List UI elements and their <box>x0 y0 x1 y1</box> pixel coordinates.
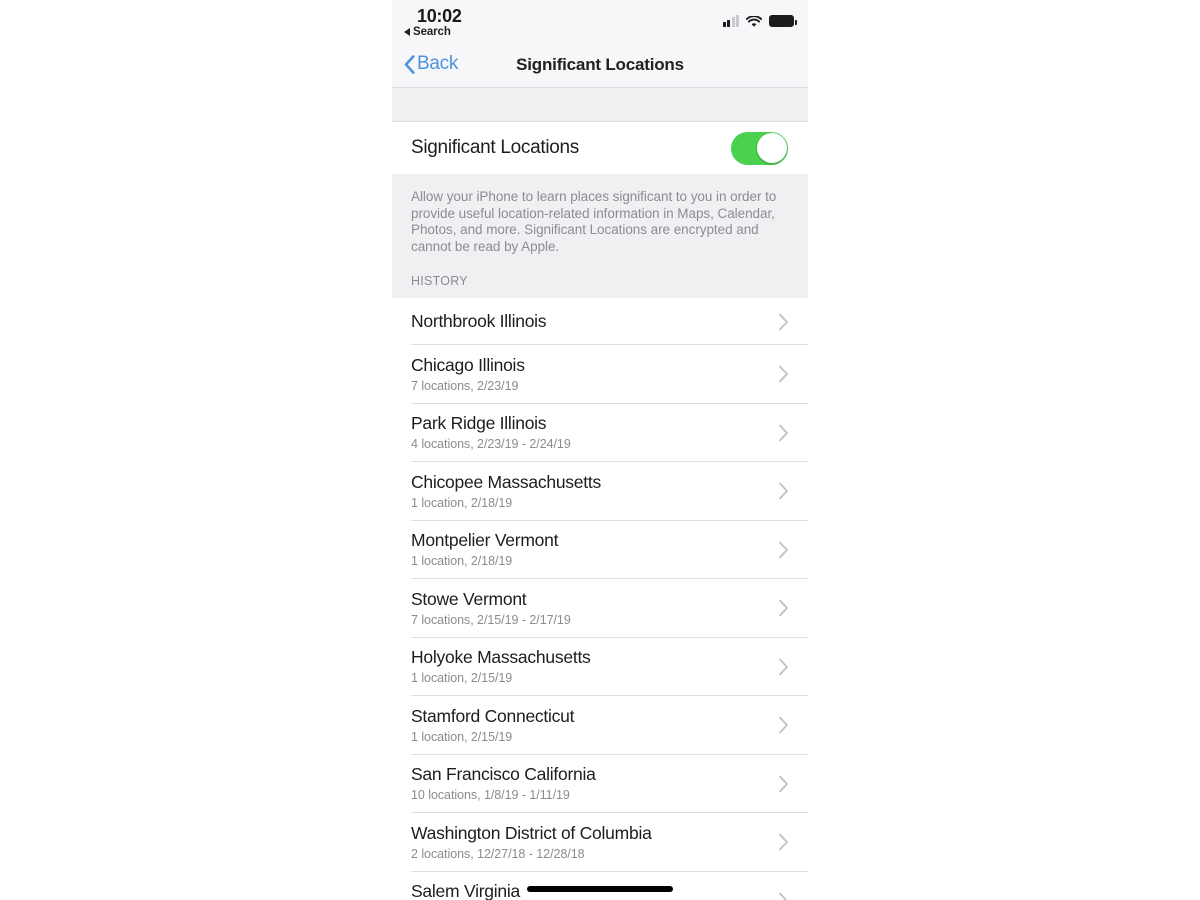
history-row[interactable]: Chicago Illinois 7 locations, 2/23/19 <box>392 345 808 404</box>
wifi-icon <box>745 15 763 27</box>
cellular-signal-icon <box>722 15 739 27</box>
status-bar-return-to-app[interactable]: Search <box>404 26 451 38</box>
history-row[interactable]: Chicopee Massachusetts 1 location, 2/18/1… <box>392 462 808 521</box>
page-title: Significant Locations <box>516 55 684 74</box>
history-row-title: Washington District of Columbia <box>411 822 652 843</box>
history-row-title: Montpelier Vermont <box>411 530 559 551</box>
screenshot-canvas: 10:02 Search Back Significant Locations … <box>0 0 1200 900</box>
chevron-right-icon <box>778 541 789 559</box>
status-bar: 10:02 Search <box>392 0 808 46</box>
chevron-right-icon <box>778 365 789 383</box>
left-triangle-icon <box>404 28 410 36</box>
history-row[interactable]: Montpelier Vermont 1 location, 2/18/19 <box>392 520 808 579</box>
history-row-title: Holyoke Massachusetts <box>411 647 591 668</box>
toggle-knob <box>756 133 787 163</box>
history-row-subtitle: 1 location, 2/18/19 <box>411 495 513 510</box>
history-row-subtitle: 2 locations, 12/27/18 - 12/28/18 <box>411 846 585 861</box>
battery-full-icon <box>769 15 797 27</box>
navigation-bar: Back Significant Locations <box>392 46 808 88</box>
history-row-title: Park Ridge Illinois <box>411 413 547 434</box>
history-row-title: Stamford Connecticut <box>411 705 575 726</box>
description-block: Allow your iPhone to learn places signif… <box>392 174 808 255</box>
section-spacer <box>392 88 808 122</box>
status-bar-return-label: Search <box>413 26 451 38</box>
history-row-subtitle: 1 location, 2/15/19 <box>411 671 513 686</box>
status-bar-indicators <box>722 15 797 27</box>
chevron-right-icon <box>778 658 789 676</box>
history-list: Northbrook Illinois Chicago Illinois 7 loc… <box>392 298 808 900</box>
chevron-right-icon <box>778 599 789 617</box>
history-row-subtitle: 1 location, 2/18/19 <box>411 554 513 569</box>
chevron-right-icon <box>778 313 789 331</box>
description-text: Allow your iPhone to learn places signif… <box>411 189 777 254</box>
history-row-subtitle: 7 locations, 2/15/19 - 2/17/19 <box>411 612 571 627</box>
significant-locations-row[interactable]: Significant Locations <box>392 122 808 174</box>
phone-screen: 10:02 Search Back Significant Locations … <box>392 0 808 900</box>
chevron-right-icon <box>778 892 789 900</box>
significant-locations-label: Significant Locations <box>411 137 579 158</box>
history-row-title: Chicopee Massachusetts <box>411 471 602 492</box>
history-row-subtitle: 4 locations, 2/23/19 - 2/24/19 <box>411 437 571 452</box>
history-section-header: HISTORY <box>392 255 808 298</box>
history-row[interactable]: San Francisco California 10 locations, 1/… <box>392 754 808 813</box>
history-row[interactable]: Park Ridge Illinois 4 locations, 2/23/19 … <box>392 403 808 462</box>
chevron-right-icon <box>778 482 789 500</box>
history-row-title: Northbrook Illinois <box>411 311 547 331</box>
significant-locations-toggle[interactable] <box>731 131 788 165</box>
chevron-right-icon <box>778 716 789 734</box>
history-row[interactable]: Stamford Connecticut 1 location, 2/15/19 <box>392 696 808 755</box>
history-row-title: San Francisco California <box>411 764 596 785</box>
chevron-right-icon <box>778 424 789 442</box>
history-row-subtitle: 10 locations, 1/8/19 - 1/11/19 <box>411 788 570 803</box>
history-row-title: Chicago Illinois <box>411 354 525 375</box>
history-row-title: Stowe Vermont <box>411 588 527 609</box>
history-row[interactable]: Northbrook Illinois <box>392 298 808 345</box>
history-row-subtitle: 1 location, 2/15/19 <box>411 729 513 744</box>
chevron-right-icon <box>778 775 789 793</box>
home-indicator-bar <box>527 886 673 892</box>
status-bar-time: 10:02 <box>417 6 462 26</box>
history-row-subtitle: 7 locations, 2/23/19 <box>411 378 519 393</box>
history-row[interactable]: Washington District of Columbia 2 locatio… <box>392 813 808 872</box>
history-row[interactable]: Holyoke Massachusetts 1 location, 2/15/19 <box>392 637 808 696</box>
history-row[interactable]: Stowe Vermont 7 locations, 2/15/19 - 2/17… <box>392 579 808 638</box>
chevron-right-icon <box>778 833 789 851</box>
